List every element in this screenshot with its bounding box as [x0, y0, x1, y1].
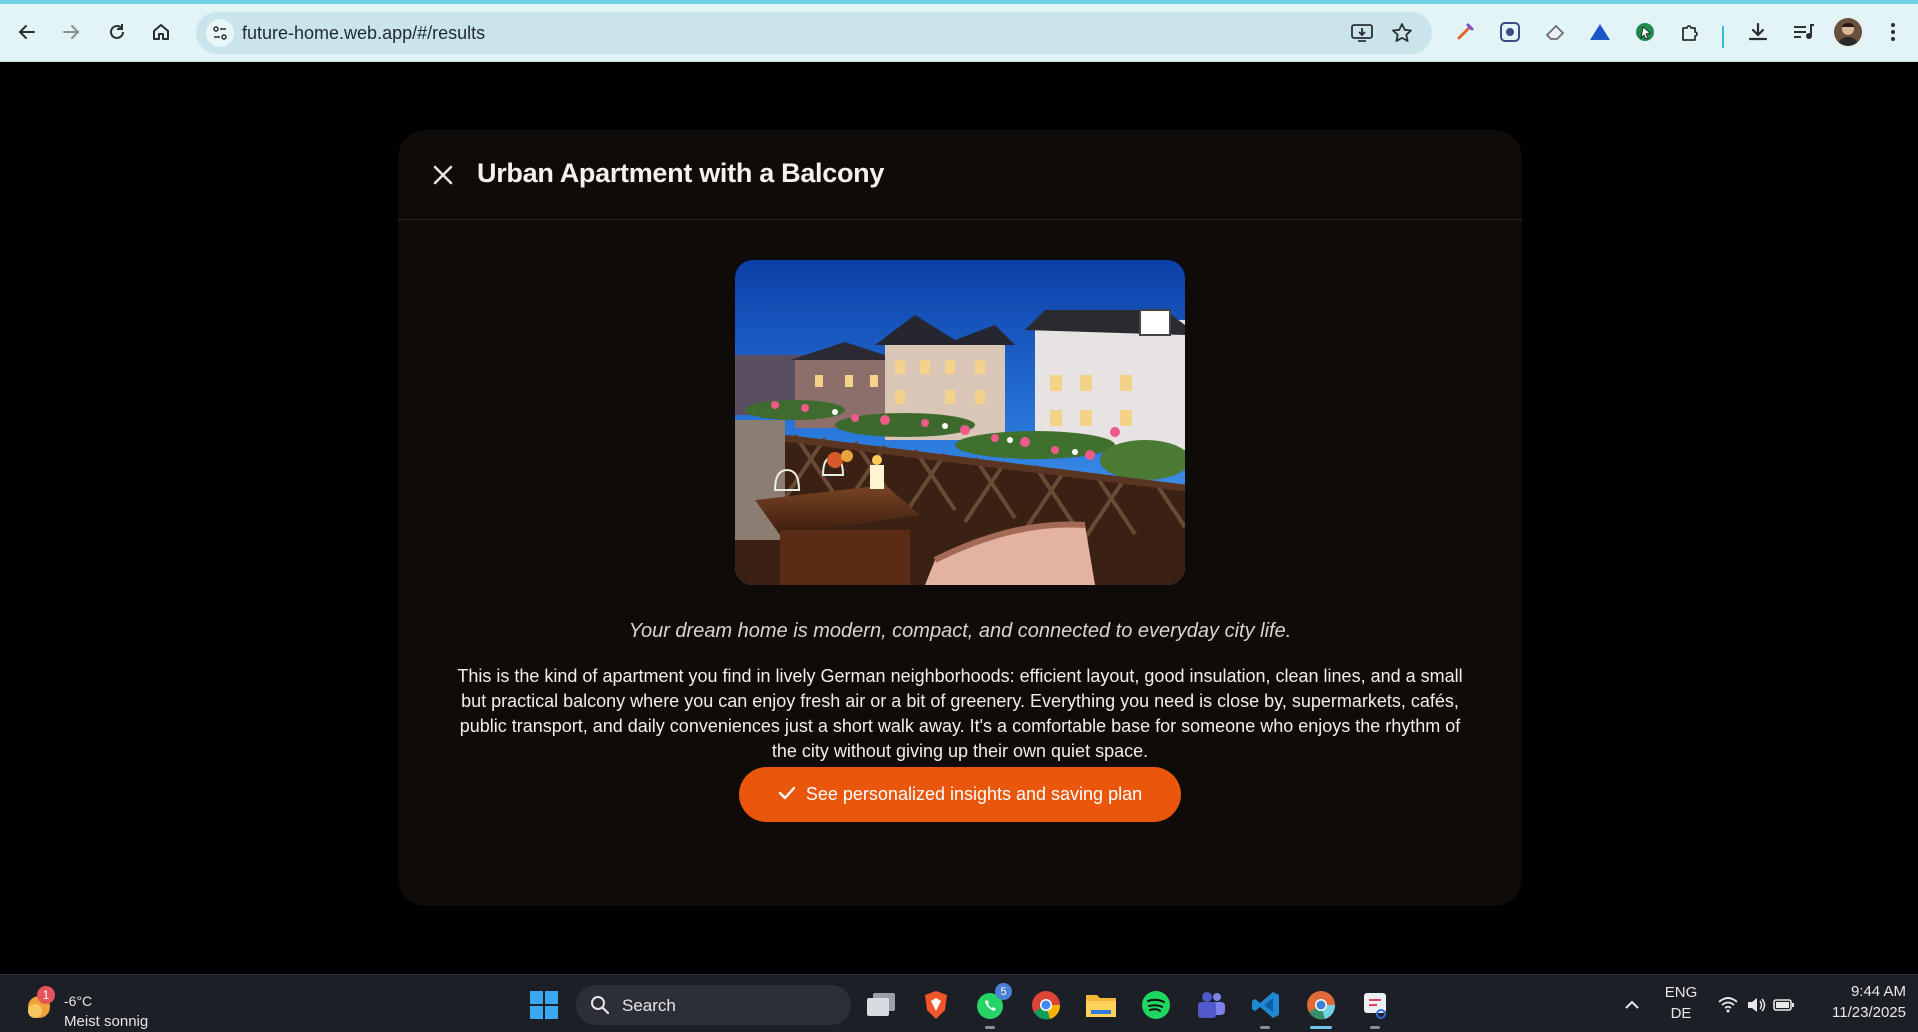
drive-extension-icon[interactable] — [1587, 19, 1613, 45]
url-text[interactable]: future-home.web.app/#/results — [242, 23, 485, 44]
search-icon — [590, 995, 610, 1020]
see-insights-button[interactable]: See personalized insights and saving pla… — [739, 767, 1181, 822]
apartment-photo — [735, 260, 1185, 585]
browser-toolbar: future-home.web.app/#/results — [0, 4, 1918, 62]
check-icon — [778, 784, 796, 805]
home-icon[interactable] — [146, 17, 176, 47]
install-app-icon[interactable] — [1348, 19, 1376, 47]
modal-title: Urban Apartment with a Balcony — [477, 158, 885, 188]
modal-tagline: Your dream home is modern, compact, and … — [628, 620, 1292, 642]
pen-extension-icon[interactable] — [1452, 19, 1478, 45]
weather-description: Meist sonnig — [64, 1013, 149, 1030]
brave-icon[interactable] — [918, 987, 954, 1023]
whatsapp-running-indicator — [985, 1026, 995, 1029]
address-bar[interactable]: future-home.web.app/#/results — [196, 12, 1432, 54]
page-content: Urban Apartment with a Balcony Your drea… — [0, 63, 1918, 974]
menu-kebab-icon[interactable] — [1880, 19, 1906, 45]
whatsapp-badge: 5 — [995, 983, 1012, 1000]
modal-header: Urban Apartment with a Balcony — [398, 130, 1522, 220]
weather-badge: 1 — [37, 986, 55, 1004]
temperature: -6°C — [64, 993, 93, 1009]
task-view-icon[interactable] — [863, 987, 899, 1023]
eraser-extension-icon[interactable] — [1542, 19, 1568, 45]
teams-icon[interactable] — [1193, 987, 1229, 1023]
bookmark-star-icon[interactable] — [1388, 19, 1416, 47]
chrome-active-indicator — [1310, 1026, 1332, 1029]
site-info-icon[interactable] — [206, 19, 234, 47]
taskbar-search[interactable]: Search — [576, 985, 851, 1025]
green-extension-icon[interactable] — [1632, 19, 1658, 45]
toolbar-separator — [1722, 26, 1724, 48]
screenshot-extension-icon[interactable] — [1497, 19, 1523, 45]
result-modal: Urban Apartment with a Balcony Your drea… — [398, 130, 1522, 906]
snipping-running-indicator — [1370, 1026, 1380, 1029]
language-bottom[interactable]: DE — [1660, 1005, 1702, 1022]
profile-avatar[interactable] — [1834, 18, 1862, 46]
snipping-tool-icon[interactable] — [1358, 987, 1394, 1023]
chrome-active-icon[interactable] — [1303, 987, 1339, 1023]
taskbar: 1 -6°C Meist sonnig Search 5 ENG DE 9:44… — [0, 974, 1918, 1032]
spotify-icon[interactable] — [1138, 987, 1174, 1023]
windows-start-icon[interactable] — [526, 987, 562, 1023]
vscode-running-indicator — [1260, 1026, 1270, 1029]
reload-icon[interactable] — [102, 17, 132, 47]
modal-description: This is the kind of apartment you find i… — [457, 666, 1463, 761]
downloads-icon[interactable] — [1745, 19, 1771, 45]
battery-icon[interactable] — [1766, 987, 1802, 1023]
language-top[interactable]: ENG — [1660, 984, 1702, 1001]
chrome-icon[interactable] — [1028, 987, 1064, 1023]
forward-icon[interactable] — [56, 17, 86, 47]
search-label: Search — [622, 996, 676, 1015]
clock-date[interactable]: 11/23/2025 — [1810, 1004, 1906, 1021]
weather-widget[interactable]: 1 -6°C Meist sonnig — [24, 983, 184, 1030]
chevron-up-icon[interactable] — [1614, 987, 1650, 1023]
whatsapp-icon[interactable]: 5 — [973, 983, 1012, 1023]
file-explorer-icon[interactable] — [1083, 987, 1119, 1023]
media-controls-icon[interactable] — [1790, 19, 1816, 45]
extensions-puzzle-icon[interactable] — [1677, 19, 1703, 45]
clock-time[interactable]: 9:44 AM — [1810, 983, 1906, 1000]
close-icon[interactable] — [428, 160, 458, 190]
see-insights-label: See personalized insights and saving pla… — [805, 784, 1143, 804]
vscode-icon[interactable] — [1248, 987, 1284, 1023]
back-icon[interactable] — [12, 17, 42, 47]
